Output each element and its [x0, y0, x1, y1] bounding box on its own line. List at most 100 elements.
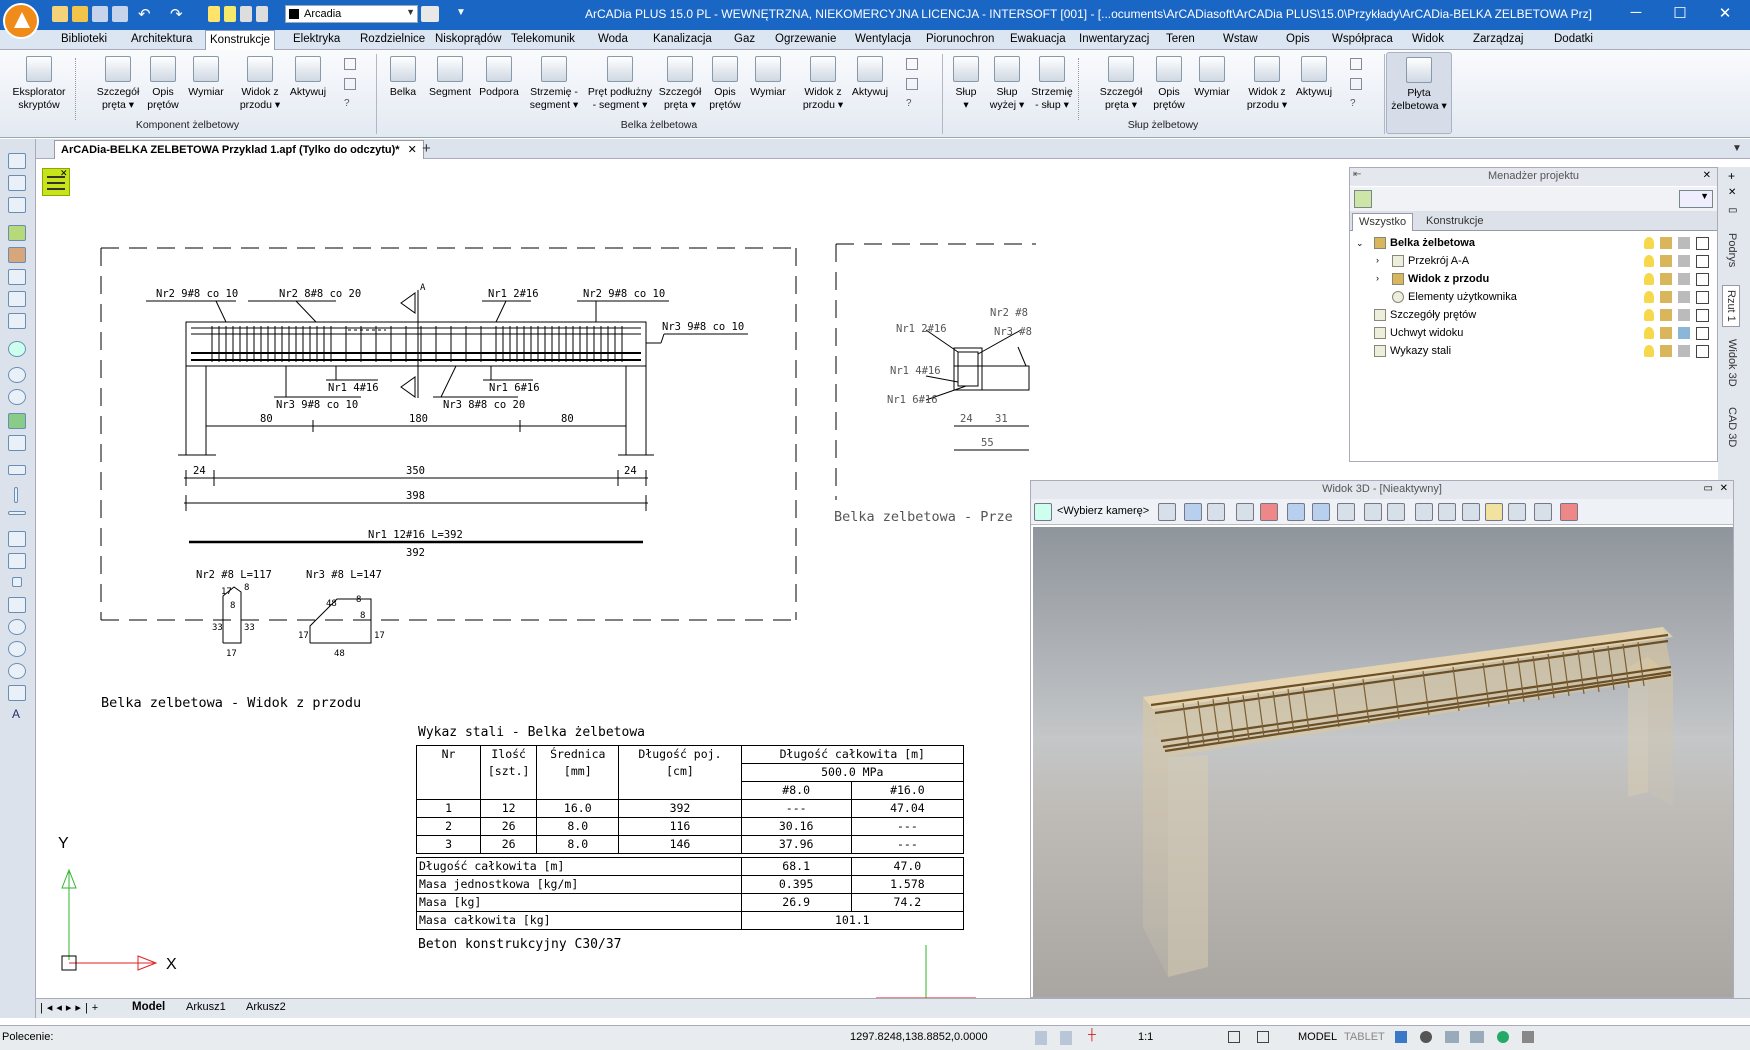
menu-wentylacja[interactable]: Wentylacja	[851, 32, 915, 46]
stirrup-segment-button[interactable]: Strzemię - segment ▾	[524, 54, 584, 112]
sun-icon[interactable]	[224, 6, 236, 22]
section-box-icon[interactable]	[1364, 503, 1382, 521]
properties-icon[interactable]	[8, 175, 26, 191]
menu-opis[interactable]: Opis	[1282, 32, 1314, 46]
bar-description-button[interactable]: Opis prętów	[705, 54, 745, 112]
window-icon[interactable]	[8, 291, 26, 307]
minimize-icon[interactable]: ─	[1616, 4, 1656, 26]
rotate-icon[interactable]	[1534, 503, 1552, 521]
window-icon[interactable]: ▭	[1728, 205, 1737, 216]
sheet-tab-arkusz2[interactable]: Arkusz2	[246, 1001, 286, 1013]
zoom-extents-icon[interactable]	[8, 435, 26, 451]
tree-item[interactable]: Uchwyt widoku	[1374, 327, 1463, 340]
menu-zarzadzaj[interactable]: Zarządzaj	[1469, 32, 1528, 46]
menu-ewakuacja[interactable]: Ewakuacja	[1006, 32, 1070, 46]
lock-icon[interactable]	[240, 6, 252, 22]
restore-icon[interactable]: ▭	[1704, 483, 1713, 494]
checkbox[interactable]	[1696, 291, 1709, 304]
activate-button[interactable]: Aktywuj	[287, 54, 329, 99]
circle-icon[interactable]	[8, 619, 26, 635]
menu-icon[interactable]	[1522, 1031, 1534, 1043]
arc-icon[interactable]	[8, 597, 26, 613]
checkbox[interactable]	[1696, 255, 1709, 268]
menu-gaz[interactable]: Gaz	[730, 32, 759, 46]
visibility-icon[interactable]	[1644, 345, 1654, 357]
menu-niskopradow[interactable]: Niskoprądów	[431, 32, 505, 46]
ellipse-icon[interactable]	[8, 641, 26, 657]
tab-widok-3d[interactable]: Widok 3D	[1724, 335, 1740, 391]
font-combo[interactable]: Arcadia ▼	[285, 5, 418, 23]
properties-icon[interactable]	[421, 6, 439, 22]
print-icon[interactable]	[256, 6, 268, 22]
rectangle-icon[interactable]	[8, 685, 26, 701]
scale[interactable]: 1:1	[1138, 1031, 1153, 1043]
bar-detail-button[interactable]: Szczegół pręta ▾	[93, 54, 143, 112]
tab-cad-3d[interactable]: CAD 3D	[1724, 403, 1740, 451]
text-icon[interactable]: A	[12, 707, 20, 721]
menu-biblioteki[interactable]: Biblioteki	[57, 32, 111, 46]
settings-icon[interactable]	[1395, 1031, 1407, 1043]
lock-icon[interactable]	[1660, 237, 1672, 249]
menu-konstrukcje[interactable]: Konstrukcje	[205, 30, 276, 50]
menu-piorunochron[interactable]: Piorunochron	[922, 32, 998, 46]
dimension-button[interactable]: Wymiar	[184, 54, 228, 99]
menu-teren[interactable]: Teren	[1162, 32, 1199, 46]
tree-item[interactable]: ⌄	[1356, 237, 1364, 249]
tab-list-icon[interactable]: ▼	[1732, 143, 1742, 154]
ok-icon[interactable]	[1497, 1031, 1509, 1043]
sheet-tab-model[interactable]: Model	[132, 1001, 165, 1013]
close-icon[interactable]: ✕	[1705, 4, 1745, 26]
close-tab-icon[interactable]: ✕	[408, 144, 417, 156]
print-icon[interactable]	[1678, 255, 1690, 267]
checkbox[interactable]	[1696, 273, 1709, 286]
snap-icon[interactable]	[8, 465, 26, 475]
script-explorer-button[interactable]: Eksplorator skryptów	[6, 54, 72, 112]
tree-item[interactable]: Wykazy stali	[1374, 345, 1451, 358]
view-wire-icon[interactable]	[1207, 503, 1225, 521]
support-button[interactable]: Podpora	[476, 54, 522, 99]
layers-icon[interactable]	[8, 153, 26, 169]
menu-telekomunik[interactable]: Telekomunik	[507, 32, 579, 46]
checkbox[interactable]	[1696, 327, 1709, 340]
add-tab-icon[interactable]: +	[422, 140, 431, 157]
print-icon[interactable]	[1678, 291, 1690, 303]
lock-icon[interactable]	[1660, 345, 1672, 357]
light-icon[interactable]	[1462, 503, 1480, 521]
sheet-nav-icon[interactable]: |◂◂▸▸|+	[40, 1001, 102, 1014]
lock-icon[interactable]	[1660, 255, 1672, 267]
front-view-button[interactable]: Widok z przodu ▾	[798, 54, 848, 112]
add-icon[interactable]	[1354, 190, 1372, 208]
dimension-button[interactable]: Wymiar	[746, 54, 790, 99]
material-icon[interactable]	[1485, 503, 1503, 521]
pan-icon[interactable]	[8, 413, 26, 429]
render-icon[interactable]	[1260, 503, 1278, 521]
menu-widok[interactable]: Widok	[1408, 32, 1448, 46]
grid-mode-icon[interactable]	[1060, 1031, 1072, 1045]
close-icon[interactable]: ✕	[1703, 170, 1711, 181]
user-icon[interactable]	[1420, 1031, 1432, 1043]
model-toggle[interactable]: MODEL	[1298, 1031, 1337, 1043]
bar-description-button[interactable]: Opis prętów	[1149, 54, 1189, 112]
list-icon[interactable]	[8, 197, 26, 213]
visibility-icon[interactable]	[1644, 309, 1654, 321]
expand-icon[interactable]: ›	[1376, 255, 1379, 265]
tab-konstrukcje[interactable]: Konstrukcje	[1420, 213, 1489, 231]
close-icon[interactable]: ✕	[1720, 483, 1728, 494]
grid-icon[interactable]	[1560, 503, 1578, 521]
print-icon[interactable]	[1678, 273, 1690, 285]
front-view-button[interactable]: Widok z przodu ▾	[1242, 54, 1292, 112]
tree-item[interactable]: Elementy użytkownika	[1392, 291, 1517, 304]
visibility-icon[interactable]	[1644, 273, 1654, 285]
checkbox[interactable]	[1696, 345, 1709, 358]
tree-item[interactable]: Belka żelbetowa	[1374, 237, 1475, 250]
expand-icon[interactable]: ›	[1376, 273, 1379, 283]
open-file-icon[interactable]	[72, 6, 88, 22]
redo-icon[interactable]: ↷	[170, 5, 183, 23]
checkbox[interactable]	[1696, 309, 1709, 322]
horizontal-line-icon[interactable]	[8, 511, 26, 515]
export-icon[interactable]	[1415, 503, 1433, 521]
menu-dodatki[interactable]: Dodatki	[1550, 32, 1597, 46]
sheet-tab-arkusz1[interactable]: Arkusz1	[186, 1001, 226, 1013]
bulb-icon[interactable]	[208, 6, 220, 22]
refresh-icon[interactable]	[8, 341, 26, 357]
